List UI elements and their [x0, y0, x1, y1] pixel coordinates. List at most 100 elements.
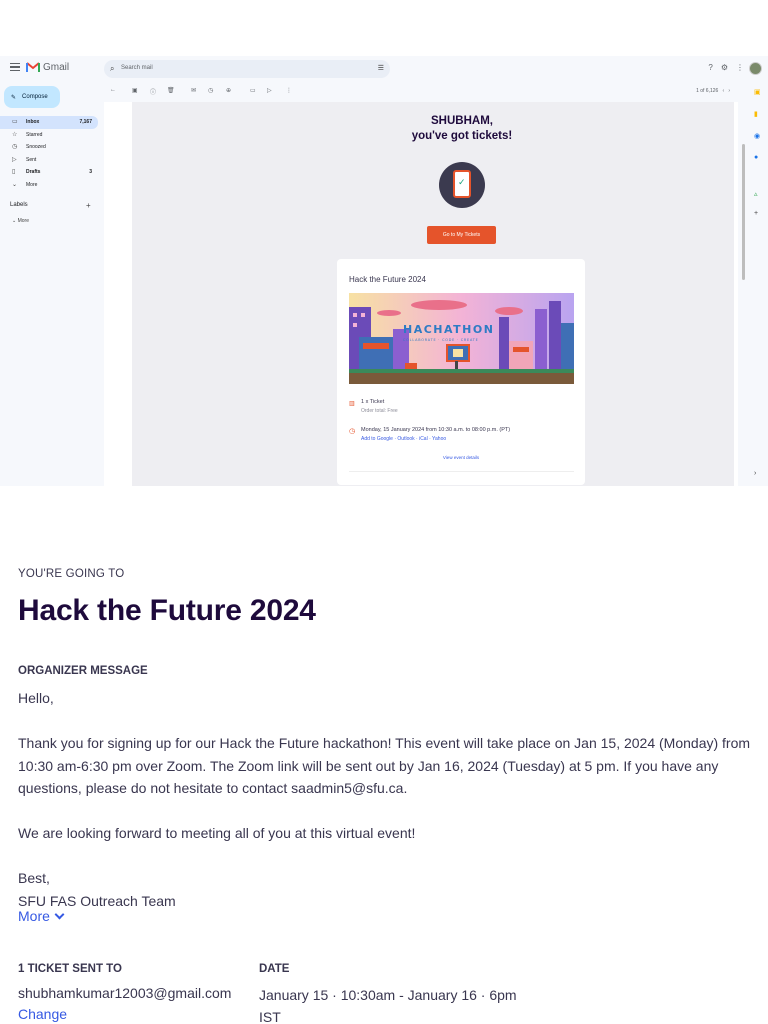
email-greeting: SHUBHAM, you've got tickets! [362, 114, 562, 144]
tickets-sent-heading: 1 TICKET SENT TO [18, 963, 122, 975]
mail-nav: ▭ Inbox 7,167 ☆ Starred ◷ Snoozed ▷ Sent… [0, 116, 98, 192]
apps-icon[interactable]: ⋮ [736, 63, 744, 72]
avatar[interactable] [749, 62, 762, 75]
nav-item-inbox[interactable]: ▭ Inbox 7,167 [0, 116, 98, 129]
pager-text: 1 of 6,126 [696, 88, 719, 94]
more-button[interactable]: More [18, 908, 65, 924]
email-view: SHUBHAM, you've got tickets! ✓ Go to My … [104, 102, 738, 486]
order-total: Order total: Free [361, 408, 398, 414]
nav-item-starred[interactable]: ☆ Starred [0, 129, 98, 142]
nav-count: 7,167 [79, 119, 92, 125]
snooze-icon[interactable]: ◷ [208, 87, 213, 94]
nav-label: Drafts [26, 169, 41, 176]
organizer-message: Hello, Thank you for signing up for our … [18, 690, 751, 909]
keep-icon[interactable]: ▮ [754, 110, 758, 118]
pencil-icon: ✎ [11, 94, 17, 101]
settings-icon[interactable]: ⚙ [721, 63, 728, 72]
nav-label: Starred [26, 131, 43, 138]
compose-button[interactable]: ✎ Compose [4, 86, 60, 108]
nav-label: More [26, 181, 38, 188]
event-card: Hack the Future 2024 HACHATHON COLLABORA… [337, 259, 585, 485]
tasks-icon[interactable]: ◉ [754, 132, 760, 140]
my-tickets-button[interactable]: Go to My Tickets [427, 226, 496, 244]
event-banner-image: HACHATHON COLLABORATE · CODE · CREATE [349, 293, 574, 384]
add-to-calendar-links[interactable]: Add to Google · Outlook · iCal · Yahoo [361, 436, 446, 442]
send-icon: ▷ [12, 156, 17, 163]
side-panel: ▣ ▮ ◉ ● ▵ + › [748, 84, 768, 484]
header-actions: ? ⚙ ⋮ [708, 63, 744, 72]
phone-shape: ✓ [453, 170, 471, 198]
label-icon[interactable]: ▷ [267, 87, 272, 94]
more-options-icon[interactable]: ⋮ [286, 87, 292, 94]
move-icon[interactable]: ▭ [250, 87, 256, 94]
nav-label: Snoozed [26, 144, 46, 151]
clock-icon: ◷ [12, 144, 18, 151]
draft-icon: ▯ [12, 169, 16, 176]
gmail-header: Gmail ⌕ Search mail ☰ ? ⚙ ⋮ [0, 56, 768, 82]
check-icon: ✓ [458, 177, 466, 187]
greeting-name: SHUBHAM, [431, 115, 493, 127]
nav-label: Inbox [26, 119, 40, 125]
gmail-logo-icon [26, 62, 40, 72]
nav-item-sent[interactable]: ▷ Sent [0, 154, 98, 167]
calendar-icon[interactable]: ▣ [754, 88, 761, 96]
divider [349, 471, 574, 472]
scrollbar[interactable] [742, 144, 745, 280]
archive-icon[interactable]: ▣ [132, 87, 138, 94]
search-icon[interactable]: ⌕ [110, 64, 114, 74]
inbox-icon: ▭ [12, 119, 18, 125]
chevron-down-icon: ⌄ [12, 181, 18, 188]
labels-heading: Labels [10, 202, 28, 208]
chevron-down-icon [54, 909, 65, 920]
event-card-title: Hack the Future 2024 [349, 275, 426, 284]
ticket-icon: ▥ [349, 401, 355, 407]
banner-subtitle: COLLABORATE · CODE · CREATE [403, 338, 479, 342]
organizer-heading: ORGANIZER MESSAGE [18, 665, 148, 677]
search-input[interactable]: Search mail [121, 65, 153, 71]
nav-label: Sent [26, 156, 37, 163]
addon-icon[interactable]: ▵ [754, 190, 758, 198]
event-title: Hack the Future 2024 [18, 594, 316, 627]
app-name: Gmail [43, 62, 70, 73]
nav-item-more[interactable]: ⌄ More [0, 179, 98, 192]
mark-unread-icon[interactable]: ✉ [191, 87, 196, 94]
recipient-email: shubhamkumar12003@gmail.com [18, 985, 232, 1001]
nav-item-drafts[interactable]: ▯ Drafts 3 [0, 166, 98, 179]
add-addon-icon[interactable]: + [754, 210, 758, 217]
labels-more[interactable]: ⌄ More [12, 218, 29, 224]
help-icon[interactable]: ? [708, 63, 712, 72]
search-bar[interactable]: ⌕ Search mail ☰ [104, 60, 390, 78]
clock-icon: ◷ [349, 428, 356, 435]
search-options-icon[interactable]: ☰ [378, 64, 384, 72]
going-label: YOU'RE GOING TO [18, 568, 125, 580]
nav-count: 3 [89, 169, 92, 176]
main-menu-icon[interactable] [10, 63, 20, 71]
view-event-details-link[interactable]: View event details [337, 455, 585, 460]
prev-icon[interactable]: ‹ [722, 88, 724, 94]
labels-more-label: More [17, 218, 29, 224]
pager: 1 of 6,126 ‹ › [696, 88, 730, 94]
compose-label: Compose [22, 94, 48, 100]
task-icon[interactable]: ⊕ [226, 87, 231, 94]
event-date: Monday, 15 January 2024 from 10:30 a.m. … [361, 427, 511, 433]
event-date-value: January 15 · 10:30am - January 16 · 6pm … [259, 987, 517, 1024]
star-icon: ☆ [12, 131, 18, 138]
more-label: More [18, 908, 50, 924]
change-email-link[interactable]: Change [18, 1006, 67, 1022]
date-heading: DATE [259, 963, 290, 975]
back-arrow-icon[interactable]: ← [110, 87, 116, 93]
ticket-line: 1 x Ticket [361, 399, 385, 405]
trash-icon[interactable]: 🗑 [167, 87, 175, 94]
greeting-line: you've got tickets! [411, 130, 513, 142]
nav-item-snoozed[interactable]: ◷ Snoozed [0, 141, 98, 154]
email-body: SHUBHAM, you've got tickets! ✓ Go to My … [132, 102, 734, 486]
collapse-panel-icon[interactable]: › [754, 470, 756, 477]
gmail-screenshot: Gmail ⌕ Search mail ☰ ? ⚙ ⋮ ✎ Compose ▭ … [0, 56, 768, 486]
add-label-icon[interactable]: + [86, 201, 91, 210]
ticket-phone-icon: ✓ [439, 162, 485, 208]
email-toolbar: ← ▣ ⓘ 🗑 ✉ ◷ ⊕ ▭ ▷ ⋮ 1 of 6,126 ‹ › [104, 84, 738, 100]
banner-title: HACHATHON [403, 323, 494, 336]
report-icon[interactable]: ⓘ [150, 87, 156, 96]
next-icon[interactable]: › [728, 88, 730, 94]
contacts-icon[interactable]: ● [754, 154, 758, 161]
